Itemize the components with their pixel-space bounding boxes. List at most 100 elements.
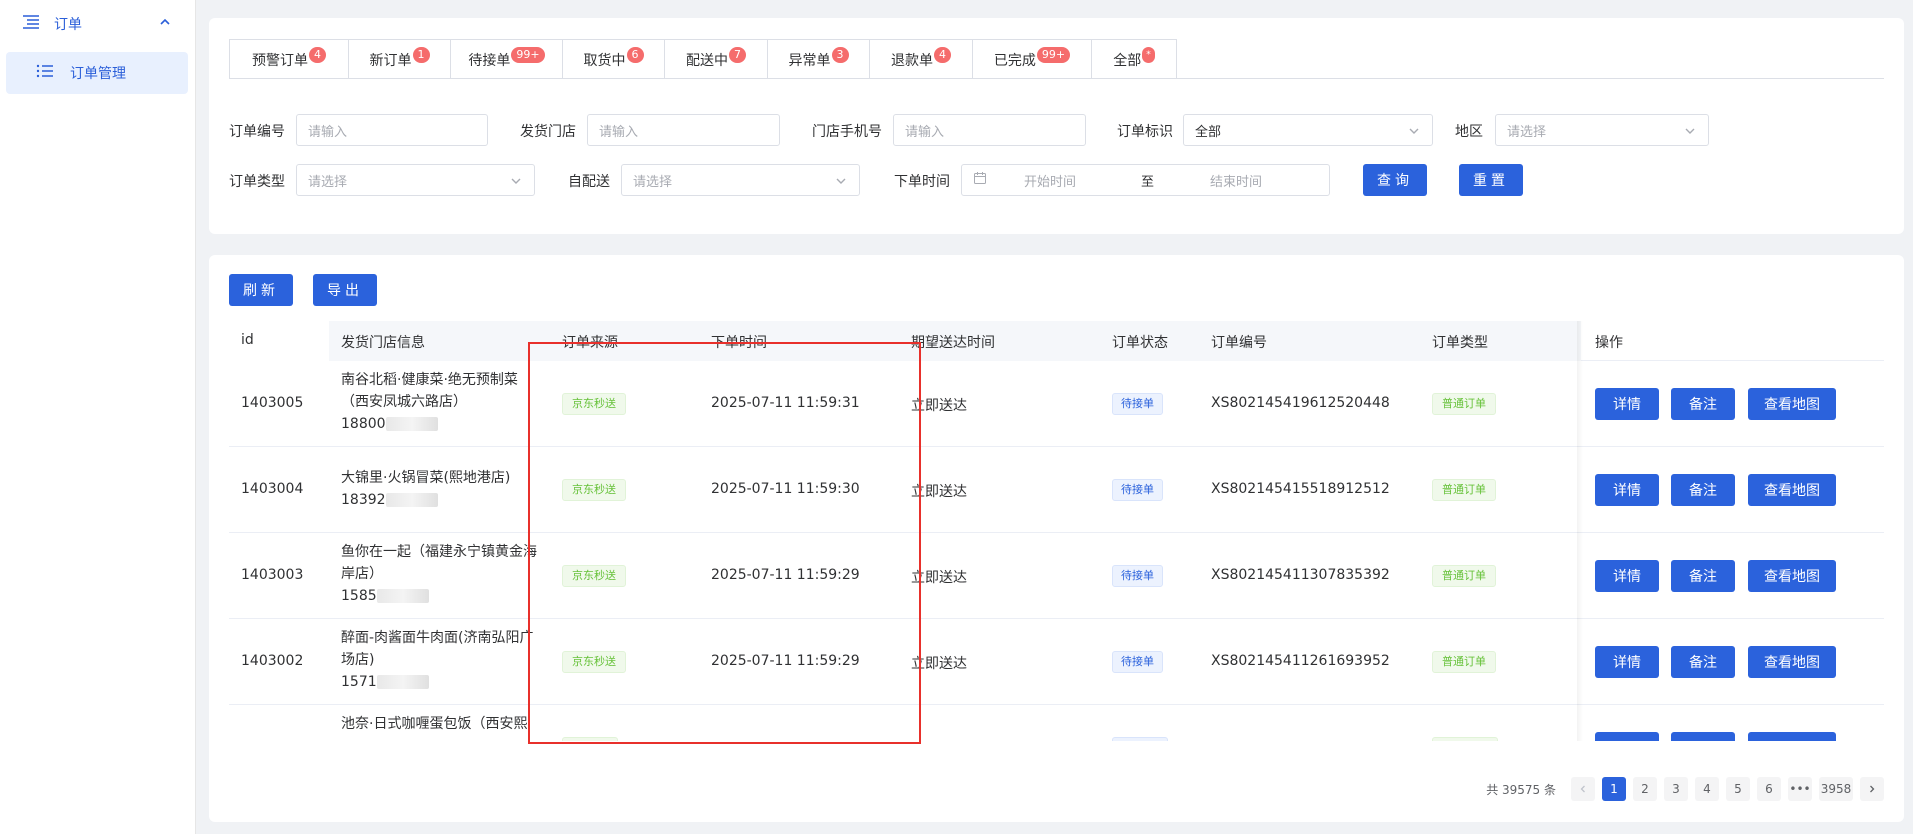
- page-4[interactable]: 4: [1695, 777, 1719, 801]
- tab-refund[interactable]: 退款单 4: [870, 40, 973, 79]
- th-status: 订单状态: [1112, 335, 1168, 351]
- tab-label: 配送中: [686, 52, 728, 69]
- order-type-placeholder: 请选择: [308, 174, 348, 190]
- phone-mask: [385, 417, 438, 431]
- ops-cell: 详情 备注 查看地图: [1583, 533, 1884, 619]
- order-type-label: 订单类型: [229, 174, 285, 190]
- store-branch: 岸店）: [341, 566, 383, 582]
- end-time-input[interactable]: 结束时间: [1210, 171, 1262, 190]
- type-tag: 普通订单: [1432, 393, 1496, 415]
- view-map-button[interactable]: 查看地图: [1748, 474, 1836, 506]
- list-icon: [36, 64, 54, 82]
- store-phone: 1571: [341, 671, 531, 693]
- store-branch: （西安凤城六路店）: [341, 394, 467, 410]
- tab-label: 已完成: [993, 52, 1036, 69]
- detail-button[interactable]: 详情: [1595, 560, 1659, 592]
- tab-label: 预警订单: [252, 52, 308, 69]
- tab-label: 取货中: [583, 52, 626, 69]
- export-button[interactable]: 导出: [313, 274, 377, 306]
- order-no-input[interactable]: 请输入: [296, 114, 488, 146]
- tab-all[interactable]: 全部 *: [1092, 40, 1176, 79]
- page-3[interactable]: 3: [1664, 777, 1688, 801]
- row-id: 1403003: [241, 567, 304, 583]
- ops-cell: 详情 备注 查看地图: [1583, 619, 1884, 705]
- tab-new[interactable]: 新订单 1: [349, 40, 451, 79]
- next-page-button[interactable]: [1860, 777, 1884, 801]
- row-order-no: XS802145411261693952: [1211, 653, 1390, 669]
- tab-delivering[interactable]: 配送中 7: [665, 40, 768, 79]
- store-phone: 18800: [341, 413, 531, 435]
- tab-picking[interactable]: 取货中 6: [563, 40, 665, 79]
- reset-button[interactable]: 重置: [1459, 164, 1523, 196]
- type-tag: [1432, 737, 1498, 741]
- mark-select[interactable]: 全部: [1183, 114, 1433, 146]
- page-1[interactable]: 1: [1602, 777, 1626, 801]
- sidebar-item-order-management[interactable]: 订单管理: [6, 52, 188, 94]
- store-name: 池奈·日式咖喱蛋包饭（西安熙: [341, 716, 528, 732]
- page-6[interactable]: 6: [1757, 777, 1781, 801]
- th-id: id: [241, 332, 254, 348]
- self-delivery-select[interactable]: 请选择: [621, 164, 860, 196]
- calendar-icon: [973, 171, 987, 189]
- th-order-no: 订单编号: [1211, 335, 1267, 351]
- detail-button[interactable]: 详情: [1595, 646, 1659, 678]
- region-select[interactable]: 请选择: [1495, 114, 1709, 146]
- status-badge: 待接单: [1112, 651, 1163, 673]
- store-phone: 18392: [341, 489, 531, 511]
- detail-button[interactable]: [1595, 732, 1659, 741]
- tab-count-badge: 99+: [511, 46, 545, 63]
- view-map-button[interactable]: [1748, 732, 1836, 741]
- row-store-info: 大锦里·火锅冒菜(熙地港店) 18392: [341, 467, 531, 511]
- remark-button[interactable]: [1671, 732, 1735, 741]
- detail-button[interactable]: 详情: [1595, 474, 1659, 506]
- region-label: 地区: [1455, 124, 1483, 140]
- tab-count-badge: 4: [934, 46, 951, 63]
- store-phone-prefix: 18392: [341, 492, 386, 508]
- remark-button[interactable]: 备注: [1671, 560, 1735, 592]
- page-last[interactable]: 3958: [1819, 777, 1853, 801]
- page-2[interactable]: 2: [1633, 777, 1657, 801]
- view-map-button[interactable]: 查看地图: [1748, 560, 1836, 592]
- ops-cell: [1583, 705, 1884, 741]
- row-store-info: 南谷北稻·健康菜·绝无预制菜 （西安凤城六路店） 18800: [341, 369, 531, 435]
- page-5[interactable]: 5: [1726, 777, 1750, 801]
- remark-button[interactable]: 备注: [1671, 388, 1735, 420]
- store-name: 大锦里·火锅冒菜(熙地港店): [341, 470, 511, 486]
- phone-label: 门店手机号: [812, 124, 882, 140]
- range-separator: 至: [1141, 174, 1155, 190]
- ops-cell: 详情 备注 查看地图: [1583, 447, 1884, 533]
- prev-page-button[interactable]: [1571, 777, 1595, 801]
- row-order-no: XS802145415518912512: [1211, 481, 1390, 497]
- tab-count-badge: 7: [729, 46, 746, 63]
- view-map-button[interactable]: 查看地图: [1748, 646, 1836, 678]
- more-pages[interactable]: •••: [1788, 777, 1812, 801]
- row-id: 1403005: [241, 395, 304, 411]
- ops-column: 详情 备注 查看地图 详情 备注 查看地图 详情 备注 查看地图 详情 备注 查…: [1583, 361, 1884, 741]
- chevron-down-icon: [1408, 125, 1420, 141]
- chevron-up-icon[interactable]: [159, 16, 171, 32]
- fixed-column-shadow: [1577, 321, 1583, 741]
- tab-pending[interactable]: 待接单 99+: [451, 40, 563, 79]
- chevron-down-icon: [835, 175, 847, 191]
- view-map-button[interactable]: 查看地图: [1748, 388, 1836, 420]
- phone-input[interactable]: 请输入: [893, 114, 1086, 146]
- tab-warning[interactable]: 预警订单 4: [230, 40, 349, 79]
- sidebar-group-order[interactable]: 订单: [0, 0, 195, 48]
- date-range-picker[interactable]: 开始时间 至 结束时间: [961, 164, 1330, 196]
- tab-exception[interactable]: 异常单 3: [768, 40, 870, 79]
- remark-button[interactable]: 备注: [1671, 474, 1735, 506]
- row-id: 1403002: [241, 653, 304, 669]
- start-time-input[interactable]: 开始时间: [1024, 171, 1076, 190]
- tab-completed[interactable]: 已完成 99+: [973, 40, 1092, 79]
- store-input[interactable]: 请输入: [587, 114, 780, 146]
- phone-mask: [376, 675, 429, 689]
- row-order-no: XS802145411307835392: [1211, 567, 1390, 583]
- remark-button[interactable]: 备注: [1671, 646, 1735, 678]
- query-button[interactable]: 查询: [1363, 164, 1427, 196]
- refresh-button[interactable]: 刷新: [229, 274, 293, 306]
- store-name: 南谷北稻·健康菜·绝无预制菜: [341, 372, 518, 388]
- th-ops: 操作: [1595, 335, 1623, 351]
- phone-mask: [376, 589, 429, 603]
- order-type-select[interactable]: 请选择: [296, 164, 535, 196]
- detail-button[interactable]: 详情: [1595, 388, 1659, 420]
